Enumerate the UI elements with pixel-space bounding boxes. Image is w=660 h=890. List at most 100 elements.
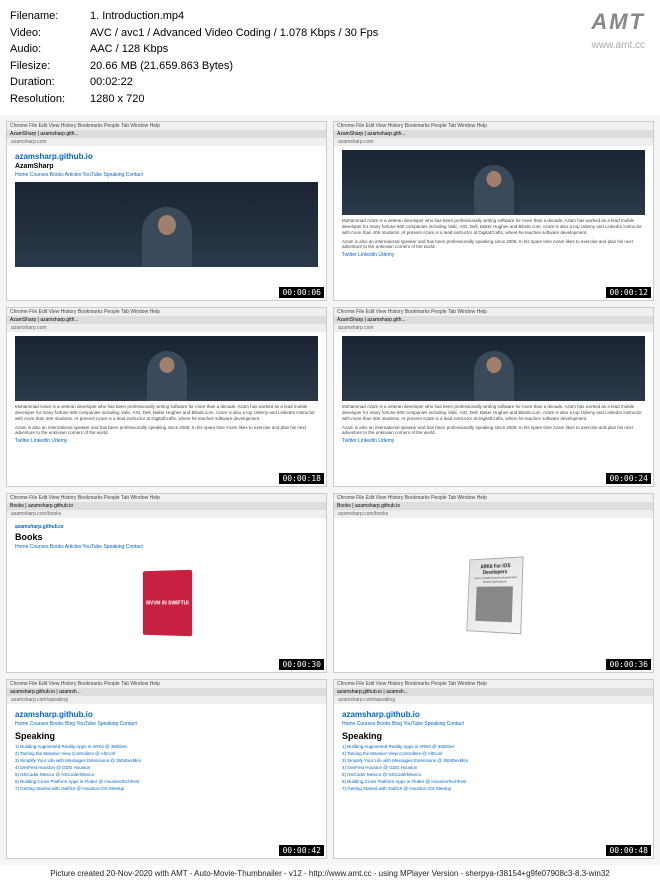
book-cover-2: ARKit For iOS Developers Learn to Build … xyxy=(466,556,523,634)
nav-links: Home Courses Books Blog YouTube Speaking… xyxy=(342,721,645,727)
social-links: Twitter LinkedIn Udemy xyxy=(15,438,318,444)
books-heading: Books xyxy=(15,532,318,542)
menubar: Chrome File Edit View History Bookmarks … xyxy=(334,680,653,688)
timestamp: 00:00:42 xyxy=(279,845,324,856)
thumbnail-7: Chrome File Edit View History Bookmarks … xyxy=(6,679,327,859)
book2-image xyxy=(475,586,513,622)
nav-links: Home Courses Books Blog YouTube Speaking… xyxy=(15,721,318,727)
video-label: Video: xyxy=(10,25,90,42)
timestamp: 00:00:12 xyxy=(606,287,651,298)
address-bar: azamsharp.com xyxy=(334,138,653,146)
speaking-item: 7) Getting Started with SwiftUI @ Housto… xyxy=(342,786,645,791)
menubar: Chrome File Edit View History Bookmarks … xyxy=(334,308,653,316)
audio-value: AAC / 128 Kbps xyxy=(90,41,650,58)
timestamp: 00:00:30 xyxy=(279,659,324,670)
timestamp: 00:00:48 xyxy=(606,845,651,856)
thumbnail-1: Chrome File Edit View History Bookmarks … xyxy=(6,121,327,301)
speaking-item: 2) Taming the Massive View Controllers @… xyxy=(342,751,645,756)
footer-credit: Picture created 20-Nov-2020 with AMT - A… xyxy=(0,865,660,882)
metadata-panel: AMT www.amt.cc Filename:1. Introduction.… xyxy=(0,0,660,115)
bio-text-2: Azam is also an international speaker an… xyxy=(342,425,645,437)
browser-tab: Books | azamsharp.github.io xyxy=(334,502,653,510)
address-bar: azamsharp.com xyxy=(7,138,326,146)
browser-tab: AzamSharp | azamsharp.gith... xyxy=(334,316,653,324)
watermark-logo: AMT xyxy=(591,5,645,38)
speaking-item: 1) Building Augmented Reality Apps in AR… xyxy=(342,744,645,749)
menubar: Chrome File Edit View History Bookmarks … xyxy=(334,494,653,502)
hero-image xyxy=(342,336,645,401)
speaking-heading: Speaking xyxy=(342,731,645,741)
audio-label: Audio: xyxy=(10,41,90,58)
address-bar: azamsharp.com xyxy=(7,324,326,332)
hero-image xyxy=(15,182,318,267)
speaking-item: 4) DevFest Houston @ GDG Houston xyxy=(15,765,318,770)
browser-tab: Books | azamsharp.github.io xyxy=(7,502,326,510)
menubar: Chrome File Edit View History Bookmarks … xyxy=(334,122,653,130)
filesize-label: Filesize: xyxy=(10,58,90,75)
browser-tab: azamsharp.github.io | azamsh... xyxy=(334,688,653,696)
speaking-heading: Speaking xyxy=(15,731,318,741)
browser-tab: AzamSharp | azamsharp.gith... xyxy=(7,316,326,324)
address-bar: azamsharp.com/speaking xyxy=(334,696,653,704)
watermark: AMT www.amt.cc xyxy=(591,5,645,53)
social-links: Twitter LinkedIn Udemy xyxy=(342,252,645,258)
thumbnail-3: Chrome File Edit View History Bookmarks … xyxy=(6,307,327,487)
book2-subtitle: Learn to Build Amazing Augmented Reality… xyxy=(473,575,517,584)
filename-label: Filename: xyxy=(10,8,90,25)
hero-image xyxy=(15,336,318,401)
social-links: Twitter LinkedIn Udemy xyxy=(342,438,645,444)
browser-tab: AzamSharp | azamsharp.gith... xyxy=(7,130,326,138)
address-bar: azamsharp.com/books xyxy=(334,510,653,518)
speaking-list: 1) Building Augmented Reality Apps in AR… xyxy=(15,744,318,791)
browser-tab: azamsharp.github.io | azamsh... xyxy=(7,688,326,696)
thumbnail-2: Chrome File Edit View History Bookmarks … xyxy=(333,121,654,301)
speaking-list: 1) Building Augmented Reality Apps in AR… xyxy=(342,744,645,791)
browser-tab: AzamSharp | azamsharp.gith... xyxy=(334,130,653,138)
bio-text: Mohammad Azam is a veteran developer who… xyxy=(342,218,645,236)
nav-links: Home Courses Books Articles YouTube Spea… xyxy=(15,544,318,550)
resolution-value: 1280 x 720 xyxy=(90,91,650,108)
timestamp: 00:00:06 xyxy=(279,287,324,298)
menubar: Chrome File Edit View History Bookmarks … xyxy=(7,308,326,316)
author-name: AzamSharp xyxy=(15,163,318,170)
video-value: AVC / avc1 / Advanced Video Coding / 1.0… xyxy=(90,25,650,42)
thumbnail-4: Chrome File Edit View History Bookmarks … xyxy=(333,307,654,487)
speaking-item: 6) Building Cross Platform Apps in Flutt… xyxy=(342,779,645,784)
site-title: azamsharp.github.io xyxy=(15,152,318,161)
book-title: MVVM IN SWIFTUI xyxy=(146,600,189,606)
nav-links: Home Courses Books Articles YouTube Spea… xyxy=(15,172,318,178)
bio-text: Mohammad Azam is a veteran developer who… xyxy=(342,404,645,422)
menubar: Chrome File Edit View History Bookmarks … xyxy=(7,494,326,502)
address-bar: azamsharp.com/books xyxy=(7,510,326,518)
bio-text-2: Azam is also an international speaker an… xyxy=(342,239,645,251)
speaking-item: 5) NSCoder Mexico @ NSCoderMexico xyxy=(342,772,645,777)
site-title: azamsharp.github.io xyxy=(15,524,318,530)
thumbnail-8: Chrome File Edit View History Bookmarks … xyxy=(333,679,654,859)
duration-value: 00:02:22 xyxy=(90,74,650,91)
hero-image xyxy=(342,150,645,215)
timestamp: 00:00:24 xyxy=(606,473,651,484)
speaking-item: 1) Building Augmented Reality Apps in AR… xyxy=(15,744,318,749)
site-title: azamsharp.github.io xyxy=(342,710,645,719)
duration-label: Duration: xyxy=(10,74,90,91)
speaking-item: 7) Getting Started with SwiftUI @ Housto… xyxy=(15,786,318,791)
address-bar: azamsharp.com xyxy=(334,324,653,332)
speaking-item: 4) DevFest Houston @ GDG Houston xyxy=(342,765,645,770)
timestamp: 00:00:36 xyxy=(606,659,651,670)
timestamp: 00:00:18 xyxy=(279,473,324,484)
book-cover-1: MVVM IN SWIFTUI xyxy=(142,569,191,635)
speaking-item: 3) Simplify Your Life with Messages Exte… xyxy=(342,758,645,763)
watermark-url: www.amt.cc xyxy=(591,38,645,53)
site-title: azamsharp.github.io xyxy=(15,710,318,719)
bio-text: Mohammad Azam is a veteran developer who… xyxy=(15,404,318,422)
menubar: Chrome File Edit View History Bookmarks … xyxy=(7,122,326,130)
resolution-label: Resolution: xyxy=(10,91,90,108)
filesize-value: 20.66 MB (21.659.863 Bytes) xyxy=(90,58,650,75)
speaking-item: 2) Taming the Massive View Controllers @… xyxy=(15,751,318,756)
menubar: Chrome File Edit View History Bookmarks … xyxy=(7,680,326,688)
filename-value: 1. Introduction.mp4 xyxy=(90,8,650,25)
speaking-item: 5) NSCoder Mexico @ NSCoderMexico xyxy=(15,772,318,777)
bio-text-2: Azam is also an international speaker an… xyxy=(15,425,318,437)
speaking-item: 6) Building Cross Platform Apps in Flutt… xyxy=(15,779,318,784)
thumbnail-grid: Chrome File Edit View History Bookmarks … xyxy=(0,115,660,865)
